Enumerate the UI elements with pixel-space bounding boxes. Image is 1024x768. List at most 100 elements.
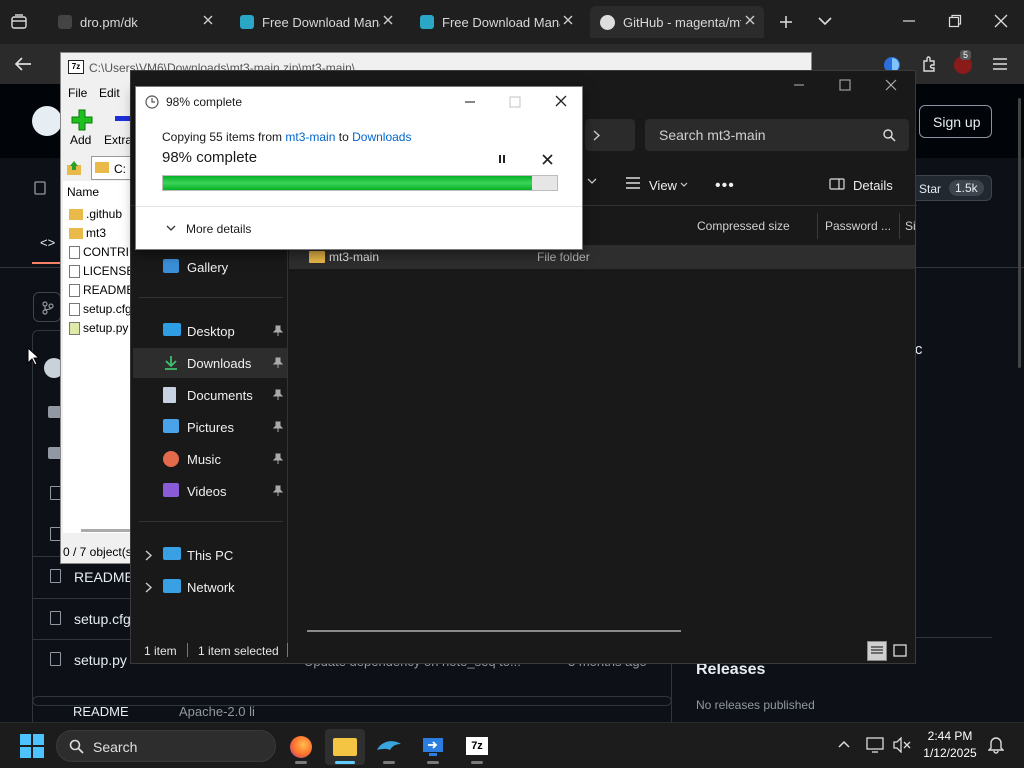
back-arrow-icon[interactable] <box>14 56 32 72</box>
nav-this-pc[interactable]: This PC <box>133 540 287 570</box>
close-tab-icon[interactable] <box>562 14 574 26</box>
list-item[interactable]: setup.py <box>69 321 128 335</box>
pause-icon[interactable] <box>497 154 507 164</box>
system-clock[interactable]: 2:44 PM 1/12/2025 <box>916 728 984 762</box>
details-view-button[interactable] <box>867 641 887 661</box>
license-tab[interactable]: Apache-2.0 li <box>179 704 255 719</box>
horizontal-scrollbar[interactable] <box>307 630 681 632</box>
file-name[interactable]: README <box>74 569 134 585</box>
close-icon[interactable] <box>885 79 897 91</box>
network-monitor-icon[interactable] <box>866 737 884 753</box>
star-button[interactable]: Star 1.5k <box>912 175 992 201</box>
nav-documents[interactable]: Documents <box>133 380 287 410</box>
browser-tab-3[interactable]: Free Download Manag <box>410 6 582 38</box>
cancel-icon[interactable] <box>542 154 553 165</box>
taskbar-7zip[interactable]: 7z <box>457 729 497 765</box>
nav-gallery[interactable]: Gallery <box>133 252 287 282</box>
taskbar-dolphin[interactable] <box>369 729 409 765</box>
file-name[interactable]: setup.cfg <box>74 611 131 627</box>
list-item[interactable]: mt3 <box>69 226 106 240</box>
chevron-down-icon[interactable] <box>166 225 176 232</box>
path-field[interactable]: C: <box>91 156 135 180</box>
browser-tab-2[interactable]: Free Download Manag <box>230 6 402 38</box>
more-options-icon[interactable]: ••• <box>715 177 735 195</box>
taskbar-remote-desktop[interactable] <box>413 729 453 765</box>
view-button[interactable]: View <box>649 178 677 193</box>
list-item[interactable]: README <box>69 283 134 297</box>
chevron-right-icon[interactable] <box>145 582 153 593</box>
up-folder-button[interactable] <box>63 157 87 179</box>
source-link[interactable]: mt3-main <box>285 130 335 144</box>
minimize-icon[interactable] <box>793 79 805 91</box>
column-password[interactable]: Password ... <box>825 219 891 233</box>
menu-icon[interactable] <box>992 57 1008 71</box>
pin-icon[interactable] <box>273 357 283 369</box>
list-item[interactable]: setup.cfg <box>69 302 132 316</box>
notification-bell-icon[interactable] <box>988 736 1004 754</box>
minimize-icon[interactable] <box>464 96 476 108</box>
list-item[interactable]: .github <box>69 207 122 221</box>
column-header-name[interactable]: Name <box>67 185 99 199</box>
menu-edit[interactable]: Edit <box>99 86 120 100</box>
horizontal-scrollbar[interactable] <box>81 529 131 532</box>
mouse-cursor-icon <box>27 347 39 366</box>
address-bar[interactable] <box>585 119 635 151</box>
menu-file[interactable]: File <box>68 86 87 100</box>
add-button[interactable]: Add <box>69 109 105 149</box>
browser-tab-1[interactable]: dro.pm/dk <box>48 6 222 38</box>
pin-icon[interactable] <box>273 325 283 337</box>
view-icon[interactable] <box>625 177 641 189</box>
new-tab-icon[interactable] <box>778 14 794 30</box>
list-item[interactable]: CONTRI <box>69 245 129 259</box>
pin-icon[interactable] <box>273 453 283 465</box>
sign-up-button[interactable]: Sign up <box>919 105 992 138</box>
pin-icon[interactable] <box>273 389 283 401</box>
maximize-icon[interactable] <box>839 79 851 91</box>
nav-downloads[interactable]: Downloads <box>133 348 287 378</box>
github-logo-icon[interactable] <box>32 106 62 136</box>
extensions-icon[interactable] <box>920 55 938 73</box>
pin-icon[interactable] <box>273 421 283 433</box>
taskbar-search[interactable]: Search <box>56 730 276 762</box>
browser-tab-4[interactable]: GitHub - magenta/mt3 <box>590 6 764 38</box>
code-tab-icon[interactable]: <> <box>40 235 55 250</box>
tiles-view-button[interactable] <box>891 642 909 660</box>
chevron-down-icon[interactable] <box>587 178 597 185</box>
ublock-icon[interactable]: 5 <box>954 50 972 74</box>
more-details-button[interactable]: More details <box>186 222 251 236</box>
file-name[interactable]: setup.py <box>74 652 127 668</box>
column-size[interactable]: Si <box>905 219 915 233</box>
taskbar-file-explorer[interactable] <box>325 729 365 765</box>
list-item[interactable]: LICENSE <box>69 264 134 278</box>
readme-tab[interactable]: README <box>73 704 129 719</box>
nav-desktop[interactable]: Desktop <box>133 316 287 346</box>
nav-network[interactable]: Network <box>133 572 287 602</box>
taskbar-firefox[interactable] <box>281 729 321 765</box>
start-windows-icon[interactable] <box>20 734 44 758</box>
extract-button[interactable]: Extra <box>103 109 132 149</box>
nav-music[interactable]: Music <box>133 444 287 474</box>
close-window-icon[interactable] <box>994 14 1008 28</box>
volume-muted-icon[interactable] <box>893 737 911 753</box>
close-tab-icon[interactable] <box>382 14 394 26</box>
page-scrollbar[interactable] <box>1018 98 1021 368</box>
minimize-icon[interactable] <box>902 14 916 28</box>
pin-icon[interactable] <box>273 485 283 497</box>
chevron-up-icon[interactable] <box>838 740 850 748</box>
chevron-right-icon[interactable] <box>145 550 153 561</box>
chevron-down-icon[interactable] <box>680 182 688 188</box>
close-tab-icon[interactable] <box>744 14 756 26</box>
destination-link[interactable]: Downloads <box>352 130 411 144</box>
chevron-down-icon[interactable] <box>818 16 832 26</box>
details-pane-icon[interactable] <box>829 178 845 190</box>
details-button[interactable]: Details <box>853 178 893 193</box>
search-box[interactable]: Search mt3-main <box>645 119 909 151</box>
column-compressed-size[interactable]: Compressed size <box>697 219 790 233</box>
tab-actions-icon[interactable] <box>10 13 28 31</box>
restore-icon[interactable] <box>948 14 962 28</box>
nav-videos[interactable]: Videos <box>133 476 287 506</box>
close-tab-icon[interactable] <box>202 14 214 26</box>
branch-selector[interactable] <box>33 292 61 322</box>
close-icon[interactable] <box>555 95 567 107</box>
nav-pictures[interactable]: Pictures <box>133 412 287 442</box>
